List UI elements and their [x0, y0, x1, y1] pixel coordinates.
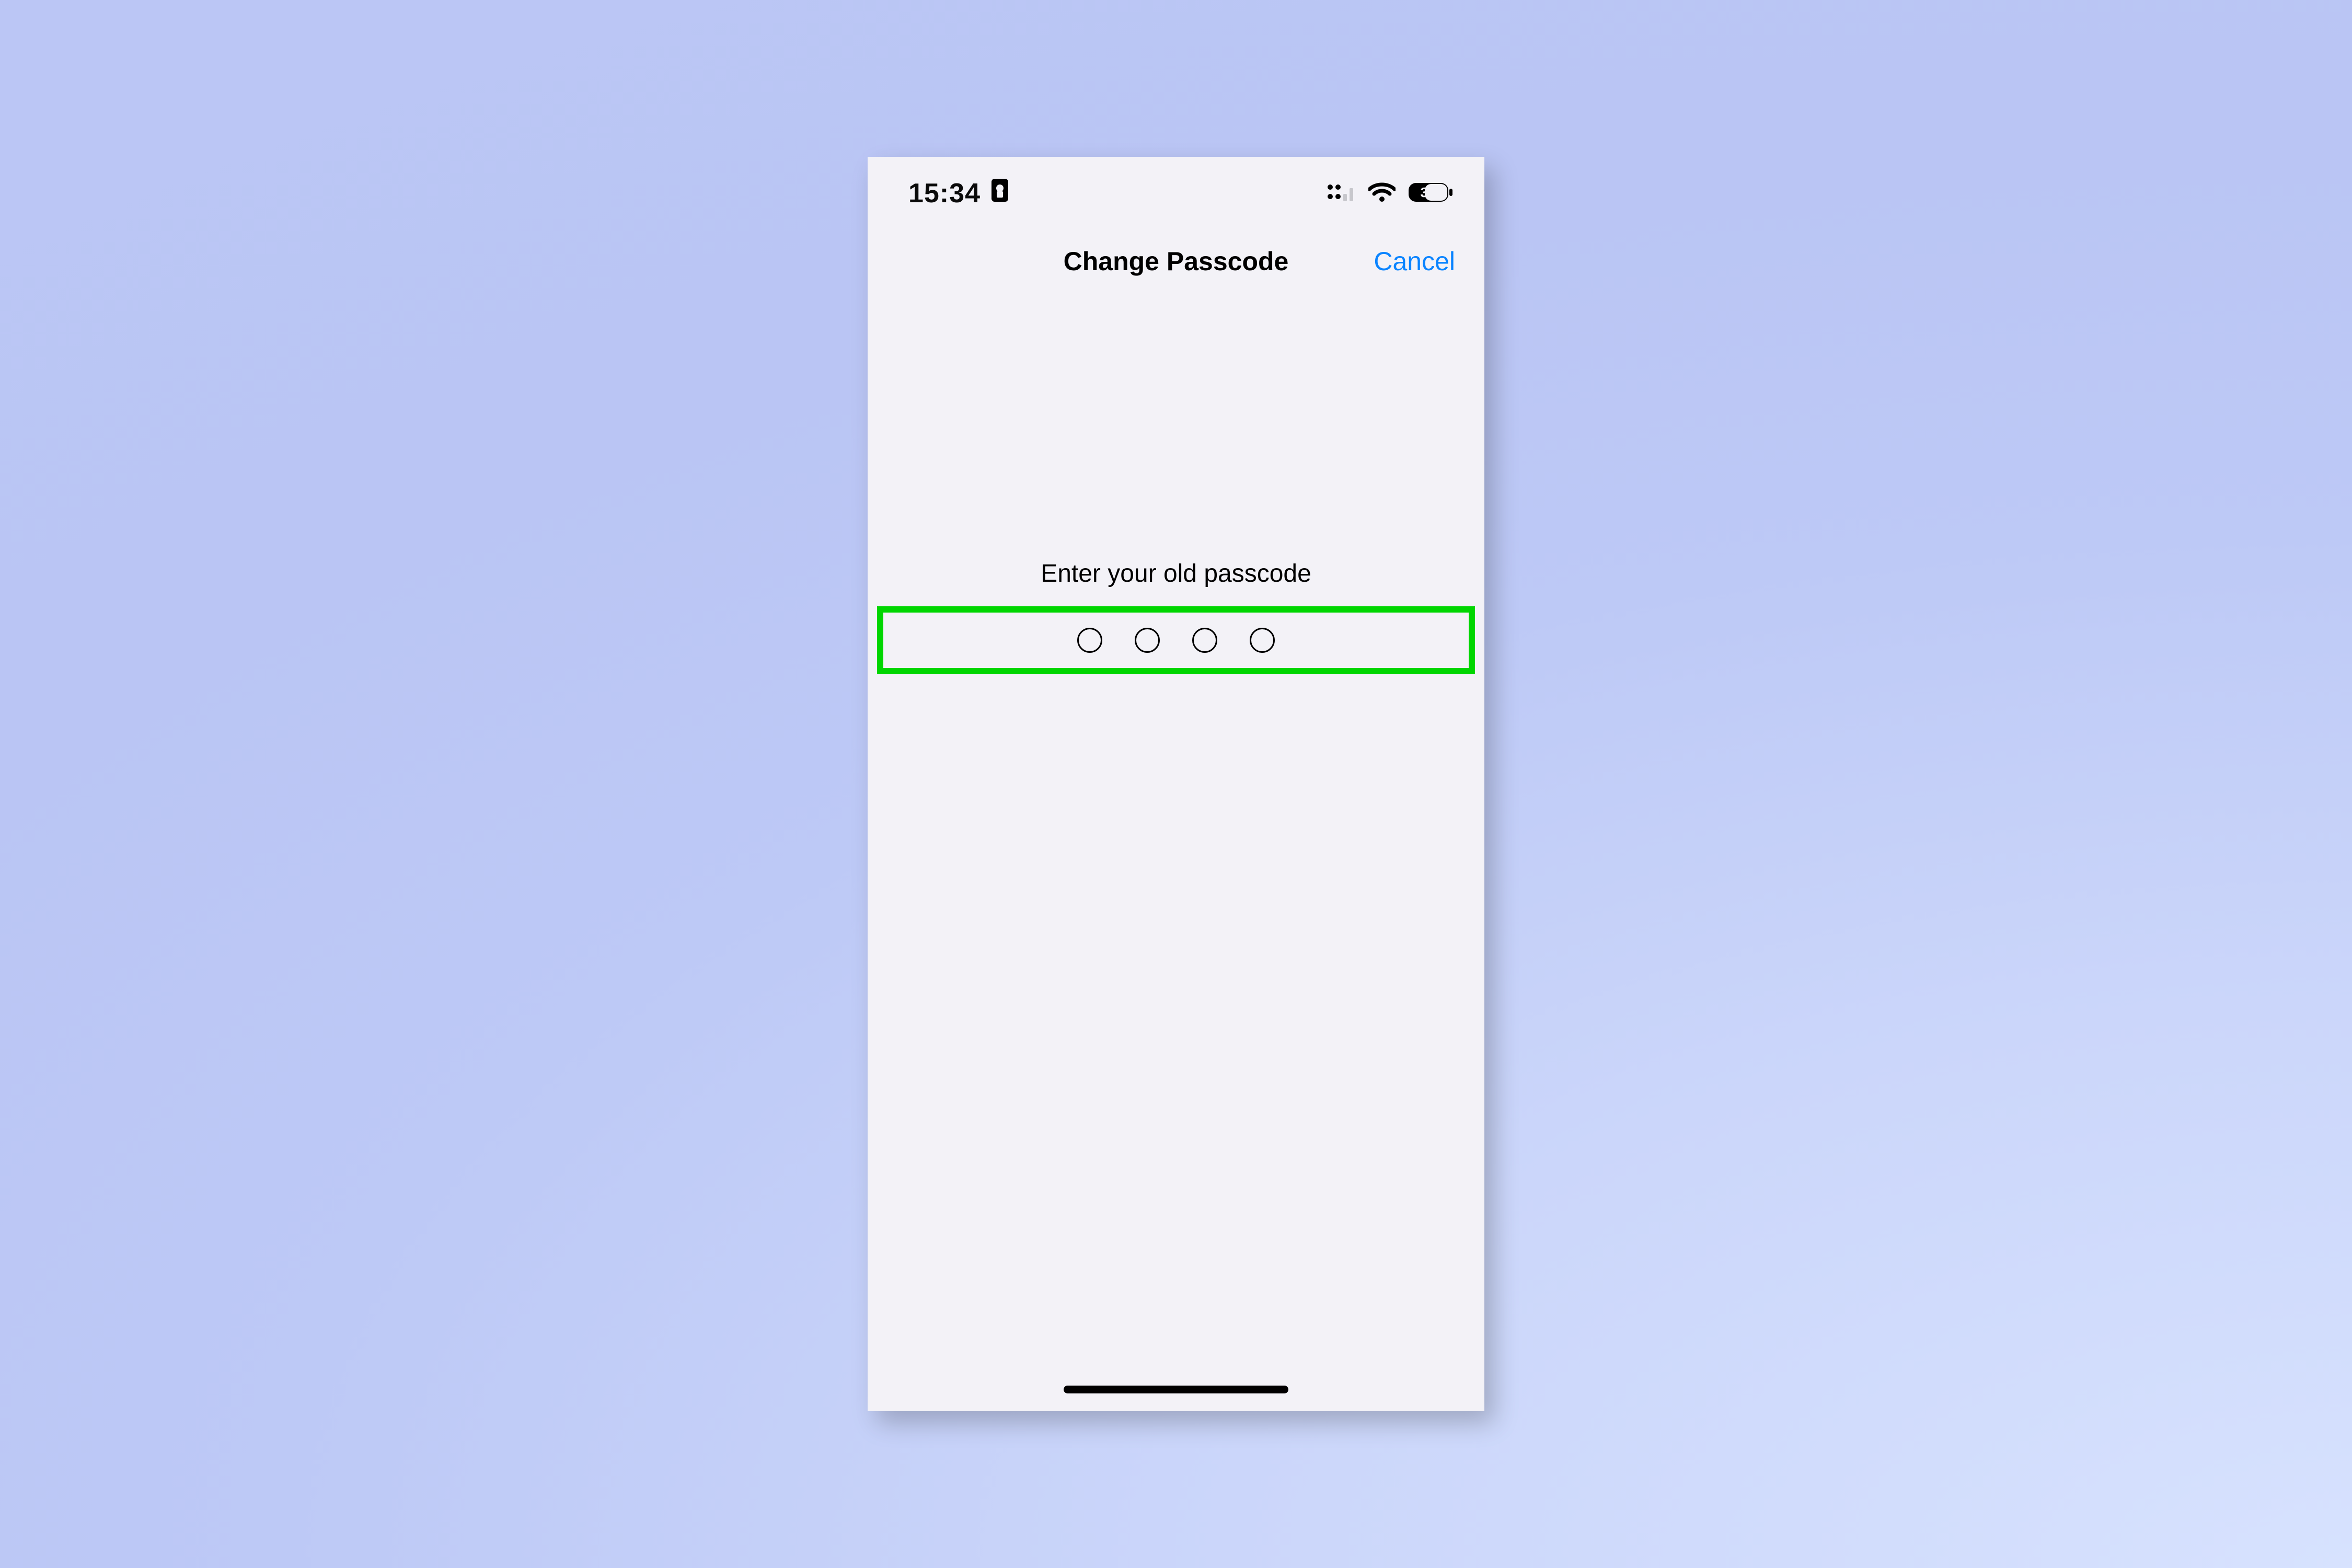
passcode-prompt: Enter your old passcode [868, 559, 1484, 588]
battery-percent-text: 38 [1421, 185, 1436, 200]
passcode-dot [1077, 628, 1102, 653]
phone-screenshot: 15:34 [868, 157, 1484, 1411]
status-time: 15:34 [908, 178, 981, 209]
passcode-dot [1250, 628, 1275, 653]
wifi-icon [1368, 182, 1396, 205]
portrait-lock-icon [990, 177, 1010, 210]
battery-icon: 38 [1408, 181, 1453, 206]
passcode-dot [1135, 628, 1160, 653]
status-bar-right: 38 [1327, 181, 1453, 206]
phone-screen: 15:34 [868, 157, 1484, 1411]
status-bar-left: 15:34 [908, 177, 1010, 210]
passcode-dot [1192, 628, 1217, 653]
cancel-button[interactable]: Cancel [1374, 246, 1455, 276]
status-bar: 15:34 [868, 157, 1484, 230]
cellular-icon [1327, 182, 1356, 205]
home-indicator[interactable] [1064, 1386, 1288, 1393]
passcode-input[interactable] [868, 628, 1484, 653]
nav-bar: Change Passcode Cancel [868, 230, 1484, 293]
